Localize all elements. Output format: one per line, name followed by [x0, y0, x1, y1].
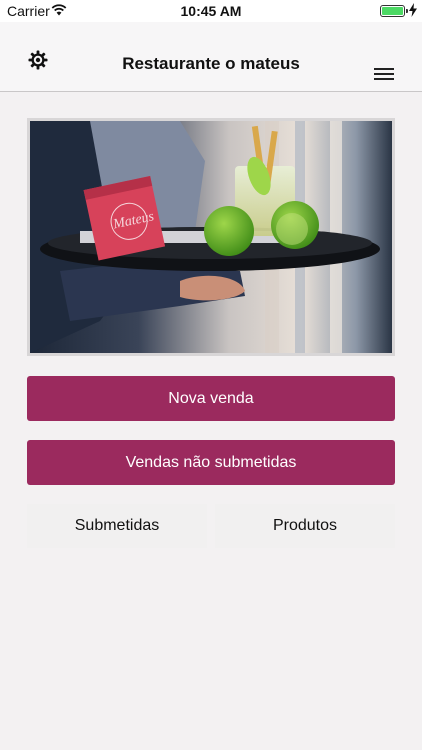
submetidas-button[interactable]: Submetidas: [27, 504, 207, 548]
status-bar: Carrier 10:45 AM: [0, 0, 422, 22]
nova-venda-button[interactable]: Nova venda: [27, 376, 395, 421]
status-time: 10:45 AM: [180, 3, 242, 19]
battery-cap: [406, 9, 408, 13]
page-title: Restaurante o mateus: [122, 54, 300, 73]
hero-image: Mateus: [27, 118, 395, 356]
vendas-nao-submetidas-button[interactable]: Vendas não submetidas: [27, 440, 395, 485]
produtos-button[interactable]: Produtos: [215, 504, 395, 548]
battery-icon: [380, 5, 405, 17]
navigation-bar: Restaurante o mateus: [0, 22, 422, 92]
charging-bolt-icon: [409, 3, 417, 17]
waiter-tray-photo: Mateus: [30, 121, 392, 353]
menu-icon[interactable]: [374, 68, 394, 82]
